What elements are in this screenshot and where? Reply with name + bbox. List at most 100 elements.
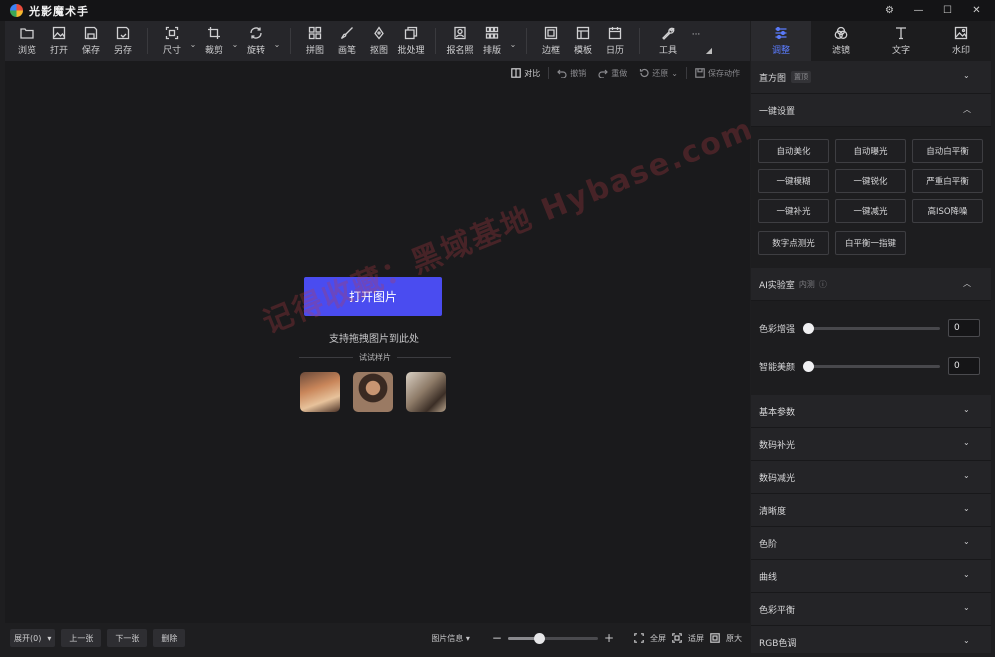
tools-button[interactable]: 工具 (648, 21, 688, 61)
pin-badge[interactable]: 置顶 (791, 71, 812, 83)
chevron-down-icon[interactable]: ⌄ (963, 71, 973, 81)
chevron-down-icon[interactable]: ⌄ (963, 504, 973, 514)
open-button[interactable]: 打开 (43, 21, 75, 61)
compare-button[interactable]: 对比 (507, 68, 544, 79)
chevron-down-icon[interactable]: ⌄ (963, 537, 973, 547)
digital-reduce-light-section[interactable]: 数码减光 ⌄ (751, 461, 991, 494)
zoom-slider-handle[interactable] (534, 632, 546, 644)
settings-icon[interactable]: ⚙ (875, 0, 904, 21)
fill-light-button[interactable]: 一键补光 (758, 199, 829, 223)
one-click-sharpen-button[interactable]: 一键锐化 (835, 169, 906, 193)
auto-exposure-button[interactable]: 自动曝光 (835, 139, 906, 163)
one-click-blur-button[interactable]: 一键模糊 (758, 169, 829, 193)
levels-section[interactable]: 色阶 ⌄ (751, 527, 991, 560)
sample-thumbnail[interactable] (353, 372, 393, 412)
high-iso-denoise-button[interactable]: 高ISO降噪 (912, 199, 983, 223)
chevron-up-icon[interactable]: ︿ (963, 104, 973, 114)
chevron-down-icon[interactable]: ⌄ (963, 405, 973, 415)
layout-dropdown-icon[interactable]: ⌄ (508, 40, 518, 49)
one-click-section-header[interactable]: 一键设置 ︿ (751, 94, 991, 127)
delete-button[interactable]: 删除 (153, 629, 186, 647)
open-image-button[interactable]: 打开图片 (304, 277, 442, 316)
browse-button[interactable]: 浏览 (11, 21, 43, 61)
template-button[interactable]: 模板 (567, 21, 599, 61)
fit-screen-label[interactable]: 适屏 (688, 633, 704, 644)
histogram-section[interactable]: 直方图 置顶 ⌄ (751, 61, 991, 94)
crop-dropdown-icon[interactable]: ⌄ (230, 40, 240, 49)
more-tools-button[interactable]: ··· (688, 21, 704, 61)
rotate-dropdown-icon[interactable]: ⌄ (272, 40, 282, 49)
zoom-out-button[interactable]: − (492, 631, 502, 645)
next-image-button[interactable]: 下一张 (107, 629, 148, 647)
slider-handle[interactable] (803, 360, 814, 372)
minimize-button[interactable]: — (904, 0, 933, 21)
reduce-light-button[interactable]: 一键减光 (835, 199, 906, 223)
auto-white-balance-button[interactable]: 自动白平衡 (912, 139, 983, 163)
crop-button[interactable]: 裁剪 (198, 21, 230, 61)
expand-dropdown-icon[interactable]: ▾ (47, 634, 51, 643)
help-icon[interactable]: ⓘ (819, 279, 827, 290)
digital-fill-light-section[interactable]: 数码补光 ⌄ (751, 428, 991, 461)
drag-drop-hint: 支持拖拽图片到此处 (329, 334, 419, 345)
chevron-up-icon[interactable]: ︿ (963, 278, 973, 288)
sample-thumbnail[interactable] (406, 372, 446, 412)
smart-beauty-input[interactable]: 0 (948, 357, 980, 375)
cutout-button[interactable]: 抠图 (363, 21, 395, 61)
chevron-down-icon[interactable]: ⌄ (963, 603, 973, 613)
white-balance-picker-button[interactable]: 白平衡一指键 (835, 231, 906, 255)
expand-toolbar-icon[interactable]: ◢ (704, 46, 714, 55)
fullscreen-label[interactable]: 全屏 (650, 633, 666, 644)
tab-text[interactable]: 文字 (871, 21, 931, 61)
size-dropdown-icon[interactable]: ⌄ (188, 40, 198, 49)
expand-filmstrip-button[interactable]: 展开(0) ▾ (10, 629, 56, 647)
color-balance-section[interactable]: 色彩平衡 ⌄ (751, 593, 991, 626)
zoom-slider[interactable] (507, 632, 598, 644)
restore-dropdown-icon[interactable]: ⌄ (671, 69, 678, 78)
tab-adjust[interactable]: 调整 (751, 21, 811, 61)
save-action-button[interactable]: 保存动作 (691, 68, 744, 79)
close-button[interactable]: ✕ (962, 0, 991, 21)
original-size-label[interactable]: 原大 (726, 633, 742, 644)
brush-button[interactable]: 画笔 (331, 21, 363, 61)
save-button[interactable]: 保存 (75, 21, 107, 61)
basic-params-section[interactable]: 基本参数 ⌄ (751, 395, 991, 428)
redo-button[interactable]: 重做 (594, 68, 631, 79)
fullscreen-icon[interactable] (634, 633, 644, 643)
curves-section[interactable]: 曲线 ⌄ (751, 560, 991, 593)
chevron-down-icon[interactable]: ⌄ (963, 636, 973, 646)
restore-button[interactable]: 还原 ⌄ (635, 68, 682, 79)
calendar-button[interactable]: 日历 (599, 21, 631, 61)
save-as-button[interactable]: 另存 (107, 21, 139, 61)
undo-button[interactable]: 撤销 (553, 68, 590, 79)
image-info-button[interactable]: 图片信息 ▾ (431, 633, 470, 644)
original-size-icon[interactable] (710, 633, 720, 643)
chevron-down-icon[interactable]: ⌄ (963, 438, 973, 448)
rgb-tone-section[interactable]: RGB色调 ⌄ (751, 626, 991, 653)
previous-image-button[interactable]: 上一张 (61, 629, 102, 647)
auto-enhance-button[interactable]: 自动美化 (758, 139, 829, 163)
spot-metering-button[interactable]: 数字点测光 (758, 231, 829, 255)
color-enhance-input[interactable]: 0 (948, 319, 980, 337)
layout-button[interactable]: 排版 (476, 21, 508, 61)
color-enhance-slider[interactable] (803, 322, 940, 334)
chevron-down-icon[interactable]: ⌄ (963, 471, 973, 481)
rotate-button[interactable]: 旋转 (240, 21, 272, 61)
id-photo-button[interactable]: 报名照 (444, 21, 476, 61)
clarity-section[interactable]: 清晰度 ⌄ (751, 494, 991, 527)
ai-lab-section-header[interactable]: AI实验室 内测 ⓘ ︿ (751, 268, 991, 301)
tab-watermark[interactable]: 水印 (931, 21, 991, 61)
maximize-button[interactable]: ☐ (933, 0, 962, 21)
strong-white-balance-button[interactable]: 严重白平衡 (912, 169, 983, 193)
fit-screen-icon[interactable] (672, 633, 682, 643)
batch-button[interactable]: 批处理 (395, 21, 427, 61)
zoom-in-button[interactable]: + (604, 631, 614, 645)
sample-thumbnail[interactable] (300, 372, 340, 412)
size-button[interactable]: 尺寸 (156, 21, 188, 61)
image-canvas[interactable]: 对比 撤销 重做 还原 ⌄ 保存动作 打开图片 支持拖拽图片到此处 试试样片 记… (5, 61, 759, 623)
slider-handle[interactable] (803, 322, 814, 334)
border-button[interactable]: 边框 (535, 21, 567, 61)
smart-beauty-slider[interactable] (803, 360, 940, 372)
collage-button[interactable]: 拼图 (299, 21, 331, 61)
tab-filter[interactable]: 滤镜 (811, 21, 871, 61)
chevron-down-icon[interactable]: ⌄ (963, 570, 973, 580)
